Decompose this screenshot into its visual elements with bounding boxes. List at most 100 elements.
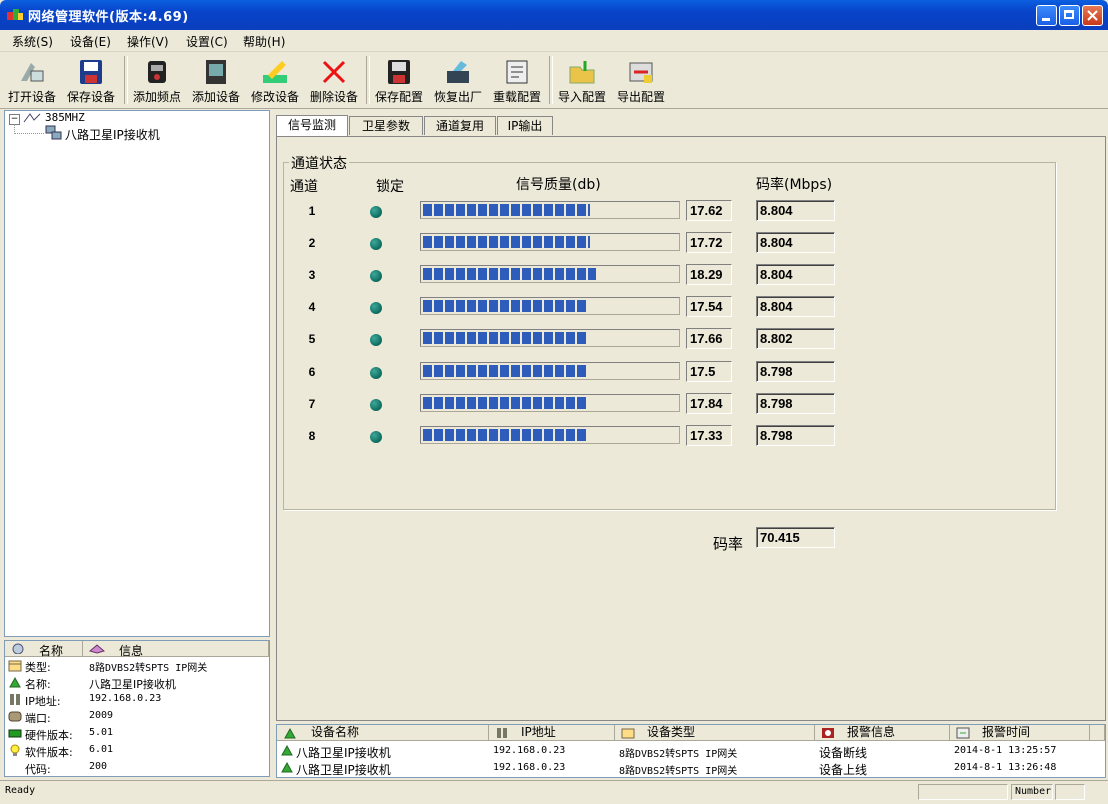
info-row-name: 名称: 八路卫星IP接收机 <box>5 674 269 691</box>
info-row-ip: IP地址: 192.168.0.23 <box>5 691 269 708</box>
signal-quality-fill <box>423 429 586 441</box>
title-bar[interactable]: 网络管理软件(版本:4.69) <box>0 0 1108 30</box>
bitrate-value: 8.804 <box>756 232 835 253</box>
channel-number: 2 <box>308 236 316 250</box>
open-device-button[interactable]: 打开设备 <box>3 54 61 106</box>
tree-device-label[interactable]: 八路卫星IP接收机 <box>65 126 160 143</box>
signal-quality-fill <box>423 365 586 377</box>
lock-indicator-led <box>370 302 382 314</box>
tab-satellite-params[interactable]: 卫星参数 <box>349 116 423 135</box>
bitrate-value: 8.804 <box>756 200 835 221</box>
save-device-button[interactable]: 保存设备 <box>62 54 120 106</box>
clock-icon <box>956 727 970 739</box>
ip-address-icon <box>497 728 507 738</box>
device-name-icon <box>9 676 21 688</box>
status-pane-blank <box>918 784 1008 800</box>
signal-quality-fill <box>423 397 586 409</box>
group-title: 通道状态 <box>289 153 349 173</box>
vertical-splitter[interactable] <box>271 110 275 778</box>
menu-device[interactable]: 设备(E) <box>70 33 111 50</box>
tab-signal-monitor[interactable]: 信号监测 <box>276 115 348 136</box>
signal-quality-bar <box>420 426 680 444</box>
alarm-header-alarm-time[interactable]: 报警时间 <box>950 725 1090 741</box>
alarm-header-alarm-info[interactable]: 报警信息 <box>815 725 950 741</box>
signal-quality-value: 18.29 <box>686 264 732 285</box>
save-config-button[interactable]: 保存配置 <box>370 54 428 106</box>
signal-quality-bar <box>420 201 680 219</box>
tab-ip-output[interactable]: IP输出 <box>497 116 553 135</box>
edit-device-icon <box>263 61 287 83</box>
add-device-button[interactable]: 添加设备 <box>187 54 245 106</box>
network-device-icon <box>45 125 62 140</box>
info-row-hardware-version: 硬件版本: 5.01 <box>5 725 269 742</box>
channel-number: 7 <box>308 397 316 411</box>
signal-quality-bar <box>420 329 680 347</box>
device-tree: − 385MHZ 八路卫星IP接收机 <box>4 110 270 637</box>
signal-quality-value: 17.66 <box>686 328 732 349</box>
edit-device-button[interactable]: 修改设备 <box>246 54 304 106</box>
status-pane-blank2 <box>1055 784 1085 800</box>
bitrate-value: 8.804 <box>756 264 835 285</box>
bitrate-value: 8.798 <box>756 361 835 382</box>
device-icon <box>281 744 293 756</box>
toolbar: 打开设备 保存设备 添加频点 添加设备 修改设备 删除设备 保存配置 恢复出厂 … <box>0 52 1108 109</box>
lightbulb-icon <box>10 744 20 756</box>
table-row[interactable]: 八路卫星IP接收机 192.168.0.23 8路DVBS2转SPTS IP网关… <box>277 759 1105 777</box>
signal-quality-value: 17.5 <box>686 361 732 382</box>
open-device-icon <box>21 63 44 82</box>
channel-number: 4 <box>308 300 316 314</box>
device-name-icon <box>284 727 296 739</box>
minimize-button[interactable] <box>1036 5 1057 26</box>
menu-settings[interactable]: 设置(C) <box>186 33 228 50</box>
export-config-button[interactable]: 导出配置 <box>612 54 670 106</box>
menu-operation[interactable]: 操作(V) <box>127 33 169 50</box>
hardware-icon <box>8 729 22 738</box>
status-number: Number <box>1011 784 1053 800</box>
lock-indicator-led <box>370 270 382 282</box>
menu-system[interactable]: 系统(S) <box>12 33 53 50</box>
total-bitrate-label: 码率 <box>713 535 744 553</box>
bitrate-value: 8.798 <box>756 425 835 446</box>
frequency-icon <box>23 113 41 123</box>
lock-indicator-led <box>370 431 382 443</box>
alarm-header-ip[interactable]: IP地址 <box>489 725 615 741</box>
alarm-header-device-name[interactable]: 设备名称 <box>277 725 489 741</box>
close-button[interactable] <box>1082 5 1103 26</box>
header-signal-quality: 信号质量(db) <box>516 177 601 193</box>
maximize-button[interactable] <box>1059 5 1080 26</box>
close-icon <box>1087 10 1098 21</box>
import-config-button[interactable]: 导入配置 <box>553 54 611 106</box>
add-frequency-icon <box>148 61 166 83</box>
signal-quality-bar <box>420 297 680 315</box>
delete-device-button[interactable]: 删除设备 <box>305 54 363 106</box>
menu-help[interactable]: 帮助(H) <box>243 33 285 50</box>
info-row-software-version: 软件版本: 6.01 <box>5 742 269 759</box>
info-row-code: 代码: 200 <box>25 761 108 776</box>
save-config-icon <box>388 60 410 84</box>
signal-quality-value: 17.84 <box>686 393 732 414</box>
signal-quality-bar <box>420 394 680 412</box>
signal-quality-value: 17.62 <box>686 200 732 221</box>
lock-indicator-led <box>370 334 382 346</box>
reload-config-button[interactable]: 重载配置 <box>488 54 546 106</box>
signal-quality-fill <box>423 268 596 280</box>
device-icon <box>281 761 293 773</box>
signal-quality-bar <box>420 265 680 283</box>
factory-reset-button[interactable]: 恢复出厂 <box>429 54 487 106</box>
info-header-info[interactable]: 信息 <box>83 641 269 658</box>
channel-number: 1 <box>308 204 316 218</box>
lock-indicator-led <box>370 399 382 411</box>
add-frequency-button[interactable]: 添加频点 <box>128 54 186 106</box>
name-header-icon <box>12 643 24 654</box>
tab-strip: 信号监测 卫星参数 通道复用 IP输出 <box>276 115 1106 136</box>
tree-root-label[interactable]: 385MHZ <box>45 111 85 124</box>
info-row-port: 端口: 2009 <box>5 708 269 725</box>
tab-channel-multiplex[interactable]: 通道复用 <box>424 116 496 135</box>
info-header-name[interactable]: 名称 <box>5 641 83 658</box>
header-bitrate: 码率(Mbps) <box>756 177 833 193</box>
alarm-header-device-type[interactable]: 设备类型 <box>615 725 815 741</box>
table-row[interactable]: 八路卫星IP接收机 192.168.0.23 8路DVBS2转SPTS IP网关… <box>277 742 1105 760</box>
signal-quality-value: 17.72 <box>686 232 732 253</box>
signal-quality-fill <box>423 204 590 216</box>
signal-quality-fill <box>423 332 586 344</box>
